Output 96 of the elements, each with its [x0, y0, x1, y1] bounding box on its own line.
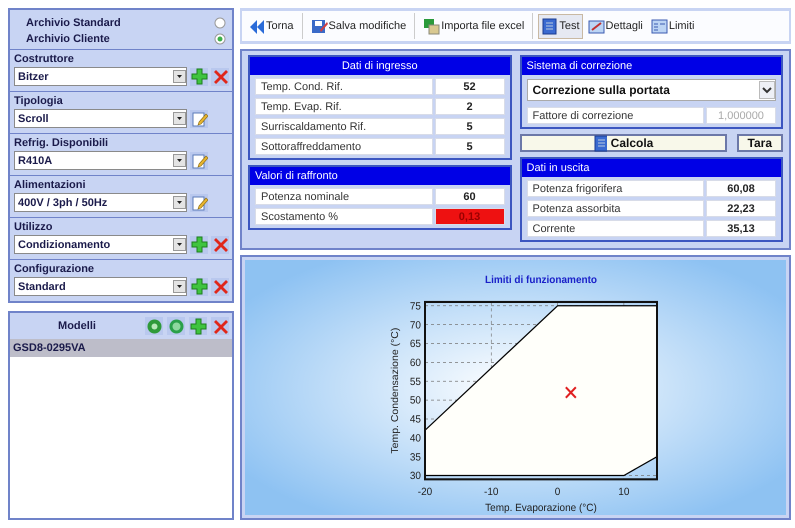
radio-button[interactable] — [214, 17, 226, 29]
tick-label: 60 — [410, 358, 421, 370]
value-field: 52 — [434, 78, 504, 95]
row-label: Temp. Evap. Rif. — [255, 98, 432, 115]
row-label: Surriscaldamento Rif. — [255, 118, 432, 135]
value-field: 2 — [434, 98, 504, 115]
tick-label: 35 — [410, 452, 421, 464]
row-label: Temp. Cond. Rif. — [255, 78, 432, 95]
section-header: Dati di ingresso — [250, 57, 510, 75]
tick-label: -20 — [418, 486, 432, 498]
radio-label: Archivio Cliente — [26, 33, 110, 45]
tick-label: 70 — [410, 320, 421, 332]
caret-icon — [173, 238, 186, 251]
dropdown[interactable]: Standard — [14, 277, 187, 296]
add-button[interactable] — [189, 317, 207, 335]
row-label: Potenza nominale — [255, 188, 432, 205]
tick-label: 50 — [410, 396, 421, 407]
radio-button[interactable] — [214, 33, 226, 45]
section-header: Sistema di correzione — [522, 57, 781, 75]
chart-title: Limiti di funzionamento — [484, 274, 598, 286]
dropdown[interactable]: Correzione sulla portata — [526, 79, 776, 101]
add-button[interactable] — [190, 236, 208, 254]
caret-icon — [173, 112, 186, 125]
tare-button[interactable]: Tara — [736, 134, 783, 152]
copy-button[interactable] — [145, 317, 163, 335]
tick-label: 45 — [410, 414, 421, 426]
edit-button[interactable] — [190, 194, 208, 212]
add-button[interactable] — [190, 278, 208, 296]
refresh-button[interactable] — [167, 317, 185, 335]
delete-button[interactable] — [211, 317, 229, 335]
delete-button[interactable] — [211, 278, 229, 296]
value-field: 60 — [434, 188, 504, 205]
field-label: Refrig. Disponibili — [14, 137, 110, 149]
field-label: Costruttore — [14, 53, 75, 65]
dropdown[interactable]: 400V / 3ph / 50Hz — [14, 193, 187, 212]
caret-icon — [173, 196, 186, 209]
caret-icon — [759, 81, 775, 99]
caret-icon — [173, 154, 186, 167]
row-label: Potenza assorbita — [526, 200, 704, 217]
calculate-button[interactable]: Calcola — [520, 134, 727, 152]
field-label: Configurazione — [14, 263, 96, 275]
field-label: Tipologia — [14, 95, 64, 107]
dropdown[interactable]: R410A — [14, 151, 187, 170]
toolbar-button[interactable]: Torna — [245, 14, 297, 38]
row-label: Scostamento % — [255, 208, 432, 225]
row-label: Potenza frigorifera — [526, 180, 704, 197]
dropdown[interactable]: Condizionamento — [14, 235, 187, 254]
tick-label: -10 — [484, 486, 498, 498]
row-label: Corrente — [526, 220, 704, 237]
toolbar-button[interactable]: Salva modifiche — [308, 14, 410, 38]
section-header: Dati in uscita — [522, 159, 781, 177]
axis-label: Temp. Condensazione (°C) — [390, 328, 401, 454]
document-icon — [588, 18, 605, 34]
row-label: Fattore di correzione — [526, 107, 704, 124]
list-item[interactable]: GSD8-0295VA — [10, 339, 232, 357]
edit-button[interactable] — [190, 152, 208, 170]
tick-label: 75 — [410, 301, 421, 312]
value-field: 1,000000 — [706, 107, 776, 124]
value-field: 22,23 — [706, 200, 776, 217]
value-field: 5 — [434, 118, 504, 135]
caret-icon — [173, 70, 186, 83]
value-field: 0,13 — [434, 208, 504, 225]
field-label: Utilizzo — [14, 221, 54, 233]
edit-button[interactable] — [190, 110, 208, 128]
panel-title: Modelli — [57, 320, 97, 332]
toolbar-button[interactable]: Test — [538, 14, 583, 38]
toolbar-button[interactable]: Dettagli — [584, 14, 646, 38]
calculator-icon — [541, 18, 558, 34]
tick-label: 0 — [554, 486, 560, 498]
value-field: 5 — [434, 138, 504, 155]
point-marker — [564, 386, 577, 399]
field-label: Alimentazioni — [14, 179, 87, 191]
toolbar-button[interactable]: Limiti — [648, 14, 698, 38]
delete-button[interactable] — [211, 68, 229, 86]
caret-icon — [173, 280, 186, 293]
save-icon — [310, 18, 328, 34]
row-label: Sottoraffreddamento — [255, 138, 432, 155]
delete-button[interactable] — [211, 236, 229, 254]
tick-label: 10 — [618, 486, 630, 498]
radio-label: Archivio Standard — [26, 17, 121, 29]
section-header: Valori di raffronto — [250, 167, 510, 185]
table-icon — [650, 18, 668, 34]
dropdown[interactable]: Bitzer — [14, 67, 187, 86]
value-field: 35,13 — [706, 220, 776, 237]
tick-label: 40 — [410, 433, 421, 445]
dropdown[interactable]: Scroll — [14, 109, 187, 128]
tick-label: 55 — [410, 376, 421, 388]
add-button[interactable] — [190, 68, 208, 86]
tick-label: 65 — [410, 338, 421, 350]
calculator-icon — [592, 134, 607, 152]
spreadsheet-icon — [423, 18, 440, 34]
tick-label: 30 — [410, 471, 421, 482]
toolbar-button[interactable]: Importa file excel — [420, 14, 528, 38]
back-icon — [248, 18, 265, 34]
axis-label: Temp. Evaporazione (°C) — [485, 502, 597, 514]
value-field: 60,08 — [706, 180, 776, 197]
